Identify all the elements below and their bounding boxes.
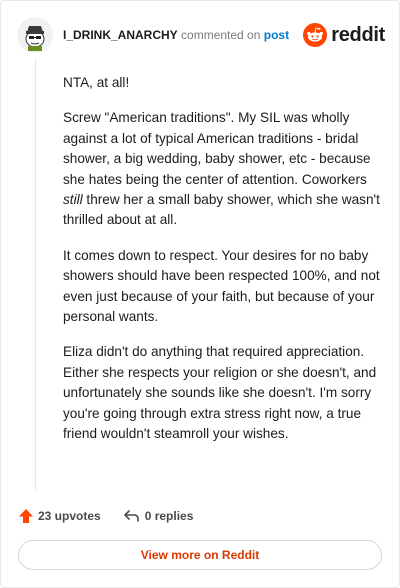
commented-on-label: commented on	[181, 28, 261, 42]
comment-footer: 23 upvotes 0 replies	[18, 505, 193, 527]
upvotes-count: 23 upvotes	[38, 509, 101, 523]
comment-paragraph-2-end: threw her a small baby shower, which she…	[63, 192, 380, 228]
upvotes-control[interactable]: 23 upvotes	[18, 508, 101, 524]
comment-paragraph-3: It comes down to respect. Your desires f…	[63, 247, 380, 325]
upvote-arrow-icon	[19, 509, 33, 523]
comment-embed-card: I_DRINK_ANARCHY commented on post reddit…	[0, 0, 400, 588]
comment-paragraph-2-start: Screw "American traditions". My SIL was …	[63, 110, 371, 187]
comment-paragraph-1: NTA, at all!	[63, 75, 130, 90]
thread-line[interactable]	[35, 59, 36, 491]
comment-paragraph-2: Screw "American traditions". My SIL was …	[63, 108, 381, 230]
comment-byline: I_DRINK_ANARCHY commented on post	[63, 28, 289, 42]
reply-arrow-icon	[123, 510, 139, 522]
comment-body: NTA, at all! Screw "American traditions"…	[63, 73, 381, 460]
avatar-snoo-icon	[25, 26, 45, 51]
comment-paragraph-2-emphasis: still	[63, 192, 83, 208]
comment-header: I_DRINK_ANARCHY commented on post reddit	[17, 15, 385, 55]
comment-username[interactable]: I_DRINK_ANARCHY	[63, 28, 178, 42]
reddit-snoo-icon	[303, 23, 328, 47]
view-more-button[interactable]: View more on Reddit	[18, 540, 382, 570]
user-avatar[interactable]	[17, 17, 53, 53]
replies-control[interactable]: 0 replies	[123, 508, 194, 524]
reddit-logo[interactable]: reddit	[303, 23, 385, 47]
post-link[interactable]: post	[264, 28, 289, 42]
reddit-wordmark: reddit	[331, 23, 385, 46]
replies-count: 0 replies	[144, 509, 194, 523]
comment-paragraph-4: Eliza didn't do anything that required a…	[63, 344, 377, 442]
